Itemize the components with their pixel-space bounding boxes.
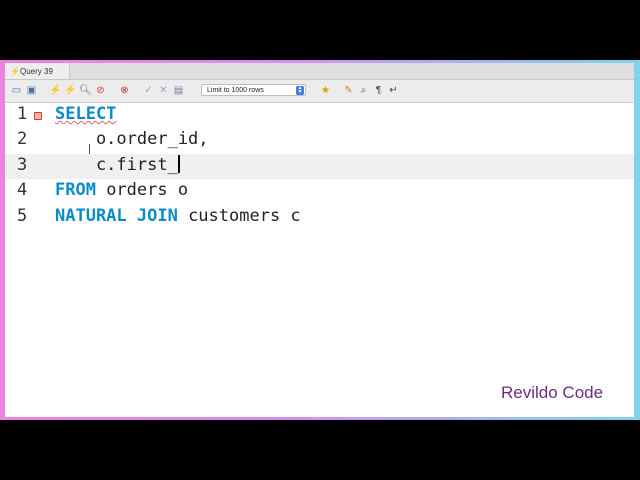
find-icon[interactable]: ⌕ [357,84,370,97]
line-number: 5 [17,206,28,226]
editor-line-2: 2 o.order_id, [5,128,634,153]
mouse-ibeam-icon [89,144,92,154]
code-text: customers c [177,206,301,226]
autocommit-icon[interactable]: ▤ [172,84,185,97]
rollback-icon[interactable]: ✕ [157,84,170,97]
code-text: c.first_ [55,155,178,175]
limit-rows-value: Limit to 1000 rows [207,87,264,94]
line-number: 4 [17,180,28,200]
code-line-4: FROM orders o [55,180,188,200]
favorite-star-icon[interactable]: ★ [319,84,332,97]
commit-icon[interactable]: ✓ [142,84,155,97]
invisible-chars-icon[interactable]: ¶ [372,84,385,97]
line-number: 3 [17,155,28,175]
sql-editor[interactable]: 1 SELECT 2 o.order_id, 3 c.first_ 4 FROM… [5,103,634,417]
editor-line-5: 5 NATURAL JOIN customers c [5,205,634,230]
workbench-window: ⚡ Query 39 ▭ ▣ ⚡ ⚡ 🔍︎ ⊘ ⊗ ✓ ✕ ▤ Limit to… [5,63,634,417]
wrap-lines-icon[interactable]: ↵ [387,84,400,97]
execute-icon[interactable]: ⚡ [49,84,62,97]
editor-line-3: 3 c.first_ [5,154,634,179]
lightning-icon: ⚡ [10,66,20,76]
text-cursor [177,155,180,173]
tab-label: Query 39 [20,66,53,76]
code-text: o.order_id, [55,129,209,149]
code-text: SELECT [55,104,117,124]
keyword: NATURAL JOIN [55,206,178,226]
code-text: orders o [95,180,189,200]
execute-current-icon[interactable]: ⚡ [64,84,77,97]
watermark-text: Revildo Code [501,383,604,402]
limit-rows-select[interactable]: Limit to 1000 rows ▲ ▼ [201,84,306,96]
toggle-error-icon[interactable]: ⊗ [118,84,131,97]
editor-line-4: 4 FROM orders o [5,179,634,204]
keyword: FROM [55,180,96,200]
line-number: 2 [17,129,28,149]
code-line-3: c.first_ [55,155,180,175]
save-icon[interactable]: ▣ [25,84,38,97]
code-line-5: NATURAL JOIN customers c [55,206,301,226]
toolbar: ▭ ▣ ⚡ ⚡ 🔍︎ ⊘ ⊗ ✓ ✕ ▤ Limit to 1000 rows … [5,80,634,103]
stop-icon[interactable]: ⊘ [94,84,107,97]
editor-line-1: 1 SELECT [5,103,634,128]
tab-query[interactable]: ⚡ Query 39 [5,63,70,79]
open-folder-icon[interactable]: ▭ [10,84,23,97]
tab-bar: ⚡ Query 39 [5,63,634,80]
beautify-icon[interactable]: ✎ [342,84,355,97]
error-marker-icon[interactable] [34,112,42,120]
select-arrows-icon: ▲ ▼ [296,85,304,95]
explain-icon[interactable]: 🔍︎ [79,84,92,97]
